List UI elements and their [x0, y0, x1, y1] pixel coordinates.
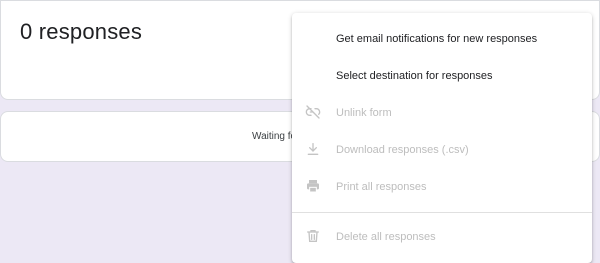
menu-item-download-csv[interactable]: Download responses (.csv): [292, 131, 592, 168]
menu-item-delete-all[interactable]: Delete all responses: [292, 218, 592, 255]
responses-count-title: 0 responses: [20, 19, 143, 44]
menu-item-select-destination[interactable]: Select destination for responses: [292, 57, 592, 94]
trash-icon: [305, 228, 321, 244]
download-icon: [305, 141, 321, 157]
print-icon: [305, 178, 321, 194]
responses-more-menu: Get email notifications for new response…: [292, 13, 592, 263]
menu-divider: [292, 212, 592, 213]
menu-item-email-notifications[interactable]: Get email notifications for new response…: [292, 20, 592, 57]
menu-item-label: Download responses (.csv): [336, 143, 469, 156]
menu-item-label: Get email notifications for new response…: [336, 32, 538, 45]
link-off-icon: [305, 104, 321, 120]
menu-item-label: Select destination for responses: [336, 69, 493, 82]
menu-item-print-all[interactable]: Print all responses: [292, 168, 592, 205]
menu-item-label: Delete all responses: [336, 230, 436, 243]
menu-item-label: Unlink form: [336, 106, 392, 119]
menu-item-unlink-form[interactable]: Unlink form: [292, 94, 592, 131]
menu-item-label: Print all responses: [336, 180, 427, 193]
